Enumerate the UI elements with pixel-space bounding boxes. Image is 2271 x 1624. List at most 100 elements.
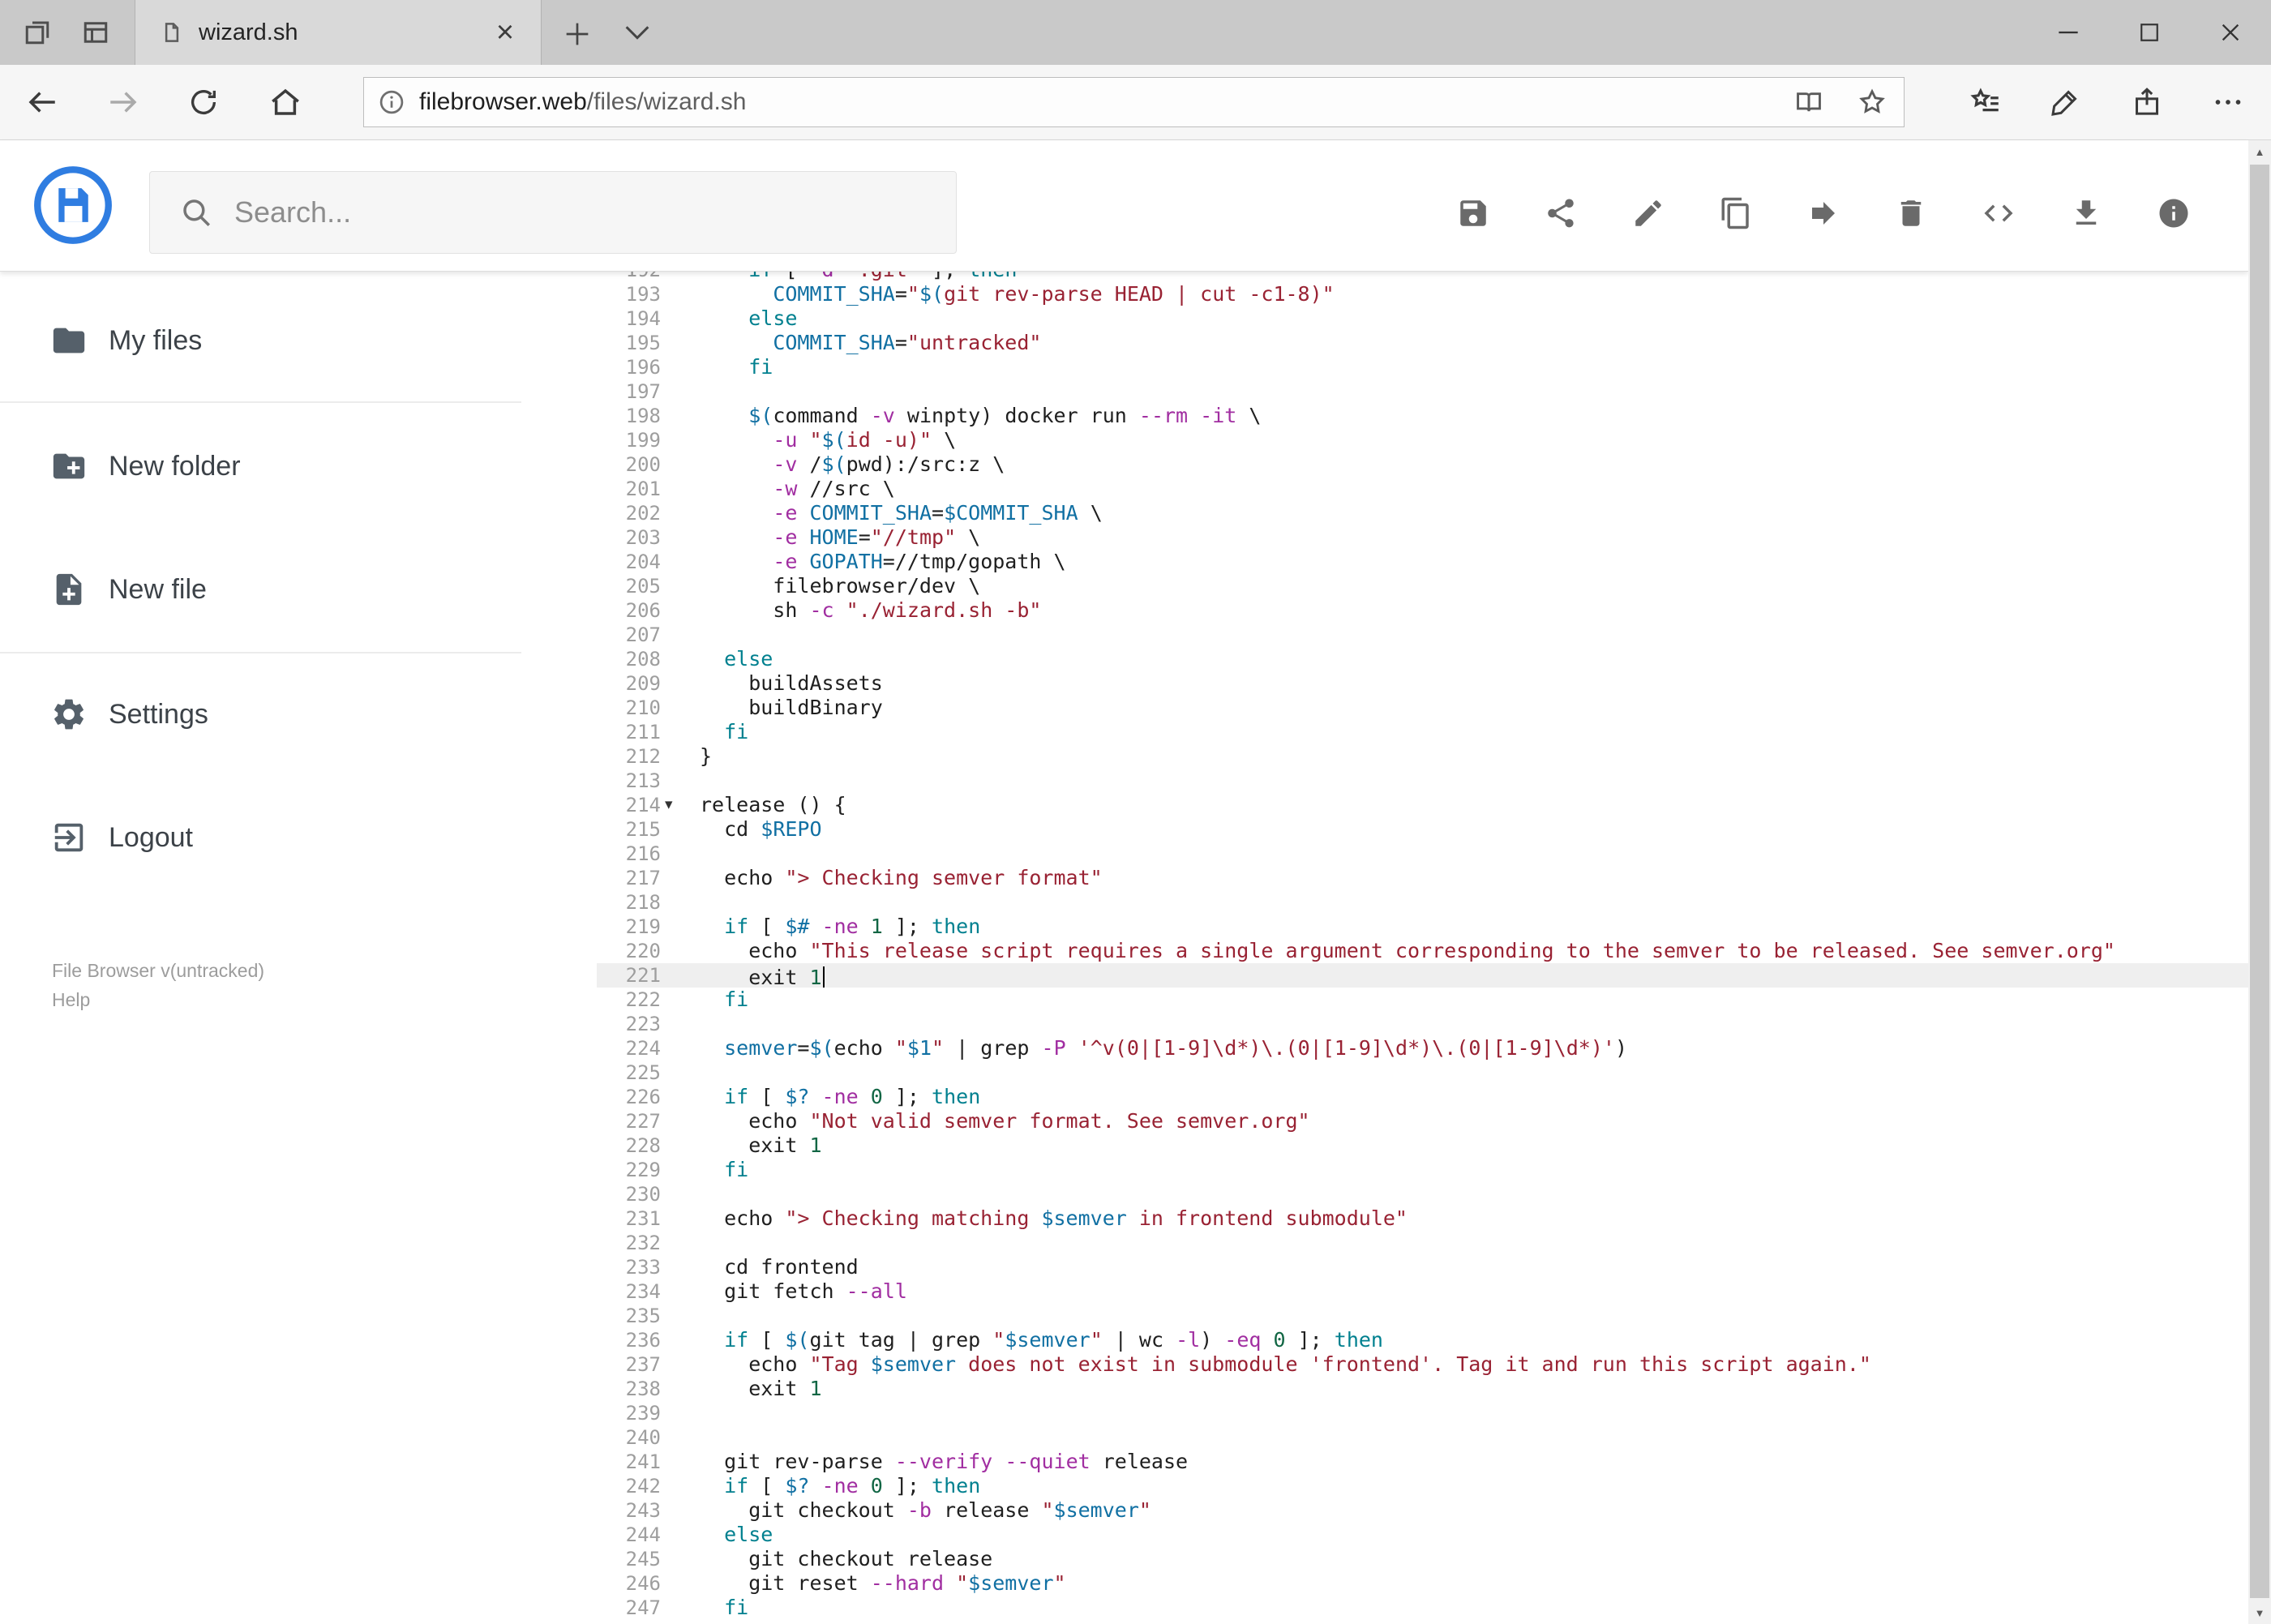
forward-button[interactable] (92, 71, 154, 133)
code-line[interactable]: 244 else (597, 1523, 2248, 1547)
code-line[interactable]: 202 -e COMMIT_SHA=$COMMIT_SHA \ (597, 501, 2248, 525)
code-line[interactable]: 206 sh -c "./wizard.sh -b" (597, 598, 2248, 623)
code-line[interactable]: 201 -w //src \ (597, 477, 2248, 501)
code-line[interactable]: 235 (597, 1304, 2248, 1328)
sidebar-item-settings[interactable]: Settings (0, 682, 568, 747)
code-line[interactable]: 247 fi (597, 1596, 2248, 1620)
refresh-button[interactable] (173, 71, 234, 133)
fold-marker-icon[interactable]: ▾ (665, 793, 673, 817)
code-line[interactable]: 217 echo "> Checking semver format" (597, 866, 2248, 890)
delete-button[interactable] (1885, 187, 1937, 239)
favorite-star-icon[interactable] (1857, 87, 1888, 118)
move-button[interactable] (1798, 187, 1849, 239)
home-button[interactable] (255, 71, 316, 133)
copy-button[interactable] (1710, 187, 1762, 239)
share-page-icon[interactable] (2116, 71, 2178, 133)
more-menu-icon[interactable] (2197, 71, 2259, 133)
download-button[interactable] (2060, 187, 2112, 239)
code-line[interactable]: 208 else (597, 647, 2248, 671)
code-line[interactable]: 194 else (597, 306, 2248, 331)
code-line[interactable]: 215 cd $REPO (597, 817, 2248, 842)
app-logo[interactable] (32, 165, 114, 246)
code-line[interactable]: 212} (597, 744, 2248, 769)
info-button[interactable] (2148, 187, 2200, 239)
minimize-button[interactable] (2028, 0, 2109, 65)
code-line[interactable]: 230 (597, 1182, 2248, 1206)
code-line[interactable]: 214 ▾ release () { (597, 793, 2248, 817)
maximize-button[interactable] (2109, 0, 2190, 65)
code-line[interactable]: 221 exit 1 (597, 963, 2248, 989)
code-line[interactable]: 226 if [ $? -ne 0 ]; then (597, 1085, 2248, 1109)
search-box[interactable] (149, 171, 957, 254)
code-line[interactable]: 210 buildBinary (597, 696, 2248, 720)
back-button[interactable] (11, 71, 73, 133)
code-line[interactable]: 238 exit 1 (597, 1377, 2248, 1401)
code-line[interactable]: 231 echo "> Checking matching $semver in… (597, 1206, 2248, 1231)
code-line[interactable]: 233 cd frontend (597, 1255, 2248, 1279)
code-line[interactable]: 200 -v /$(pwd):/src:z \ (597, 452, 2248, 477)
code-line[interactable]: 204 -e GOPATH=//tmp/gopath \ (597, 550, 2248, 574)
sidebar-item-new-file[interactable]: New file (0, 557, 568, 622)
code-line[interactable]: 192 if [ -d ".git" ]; then (597, 271, 2248, 282)
code-line[interactable]: 237 echo "Tag $semver does not exist in … (597, 1352, 2248, 1377)
scrollbar-thumb[interactable] (2250, 165, 2269, 1598)
code-line[interactable]: 213 (597, 769, 2248, 793)
code-line[interactable]: 198 $(command -v winpty) docker run --rm… (597, 404, 2248, 428)
code-line[interactable]: 197 (597, 379, 2248, 404)
code-line[interactable]: 195 COMMIT_SHA="untracked" (597, 331, 2248, 355)
address-bar[interactable]: filebrowser.web/files/wizard.sh (363, 77, 1905, 127)
code-editor[interactable]: 192 if [ -d ".git" ]; then193 COMMIT_SHA… (597, 271, 2248, 1624)
share-button[interactable] (1535, 187, 1587, 239)
scroll-up-icon[interactable]: ▲ (2248, 140, 2271, 163)
tabs-preview-icon[interactable] (81, 18, 110, 47)
edit-button[interactable] (1622, 187, 1674, 239)
code-line[interactable]: 216 (597, 842, 2248, 866)
code-line[interactable]: 228 exit 1 (597, 1133, 2248, 1158)
web-note-pen-icon[interactable] (2034, 71, 2096, 133)
hub-favorites-icon[interactable] (1955, 71, 2016, 133)
scroll-down-icon[interactable]: ▼ (2248, 1601, 2271, 1624)
save-button[interactable] (1447, 187, 1499, 239)
sidebar-item-new-folder[interactable]: New folder (0, 434, 568, 499)
code-line[interactable]: 242 if [ $? -ne 0 ]; then (597, 1474, 2248, 1498)
code-line[interactable]: 199 -u "$(id -u)" \ (597, 428, 2248, 452)
raw-code-button[interactable] (1973, 187, 2025, 239)
tabs-set-aside-icon[interactable] (23, 18, 52, 47)
browser-tab[interactable]: wizard.sh × (135, 0, 542, 65)
sidebar-item-logout[interactable]: Logout (0, 805, 568, 870)
code-line[interactable]: 224 semver=$(echo "$1" | grep -P '^v(0|[… (597, 1036, 2248, 1061)
code-line[interactable]: 229 fi (597, 1158, 2248, 1182)
close-button[interactable] (2190, 0, 2271, 65)
code-line[interactable]: 236 if [ $(git tag | grep "$semver" | wc… (597, 1328, 2248, 1352)
code-line[interactable]: 220 echo "This release script requires a… (597, 939, 2248, 963)
code-line[interactable]: 203 -e HOME="//tmp" \ (597, 525, 2248, 550)
code-line[interactable]: 219 if [ $# -ne 1 ]; then (597, 915, 2248, 939)
code-line[interactable]: 205 filebrowser/dev \ (597, 574, 2248, 598)
code-line[interactable]: 246 git reset --hard "$semver" (597, 1571, 2248, 1596)
code-line[interactable]: 234 git fetch --all (597, 1279, 2248, 1304)
code-line[interactable]: 239 (597, 1401, 2248, 1425)
code-line[interactable]: 240 (597, 1425, 2248, 1450)
code-line[interactable]: 225 (597, 1061, 2248, 1085)
help-link[interactable]: Help (52, 985, 264, 1014)
code-line[interactable]: 196 fi (597, 355, 2248, 379)
code-line[interactable]: 207 (597, 623, 2248, 647)
code-line[interactable]: 218 (597, 890, 2248, 915)
code-line[interactable]: 211 fi (597, 720, 2248, 744)
code-line[interactable]: 245 git checkout release (597, 1547, 2248, 1571)
code-line[interactable]: 209 buildAssets (597, 671, 2248, 696)
reading-view-icon[interactable] (1793, 87, 1824, 118)
sidebar-item-my-files[interactable]: My files (0, 308, 568, 373)
new-tab-button[interactable] (561, 18, 593, 50)
code-line[interactable]: 223 (597, 1012, 2248, 1036)
tab-list-chevron-icon[interactable] (621, 23, 653, 45)
code-line[interactable]: 241 git rev-parse --verify --quiet relea… (597, 1450, 2248, 1474)
code-line[interactable]: 227 echo "Not valid semver format. See s… (597, 1109, 2248, 1133)
search-input[interactable] (233, 195, 885, 230)
code-line[interactable]: 222 fi (597, 988, 2248, 1012)
code-line[interactable]: 232 (597, 1231, 2248, 1255)
code-line[interactable]: 243 git checkout -b release "$semver" (597, 1498, 2248, 1523)
scrollbar[interactable]: ▲ ▼ (2248, 140, 2271, 1624)
site-info-icon[interactable] (377, 88, 406, 117)
code-line[interactable]: 193 COMMIT_SHA="$(git rev-parse HEAD | c… (597, 282, 2248, 306)
